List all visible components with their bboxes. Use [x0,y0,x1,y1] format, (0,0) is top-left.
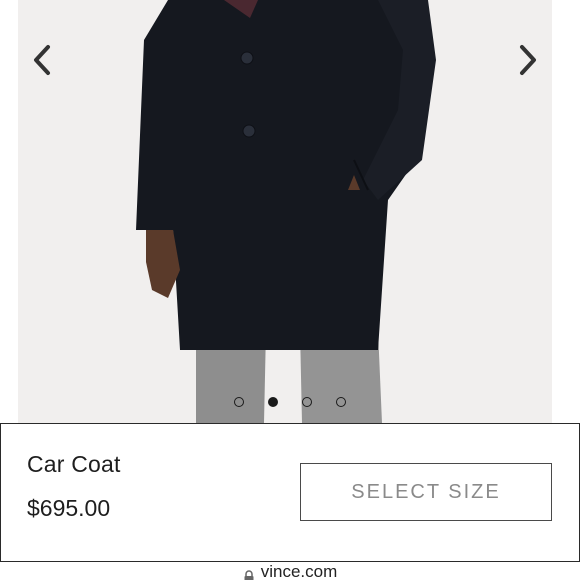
pagination-dot[interactable] [234,397,244,407]
product-name: Car Coat [27,451,121,477]
pagination-dot-active[interactable] [268,397,278,407]
pagination-dots [0,397,580,411]
select-size-button[interactable]: SELECT SIZE [300,463,552,521]
pagination-dot[interactable] [302,397,312,407]
previous-image-button[interactable] [24,40,60,80]
product-info-panel: Car Coat $695.00 SELECT SIZE [0,423,580,562]
next-image-button[interactable] [510,40,546,80]
model-wearing-coat-illustration [136,0,436,423]
chevron-right-icon [520,45,536,75]
lock-icon [244,570,254,580]
chevron-left-icon [34,45,50,75]
product-image-gallery[interactable] [0,0,580,423]
url-text: vince.com [260,562,338,580]
product-photo[interactable] [18,0,552,423]
pagination-dot[interactable] [336,397,346,407]
browser-url-bar[interactable]: vince.com [0,562,580,580]
product-price: $695.00 [27,495,111,521]
